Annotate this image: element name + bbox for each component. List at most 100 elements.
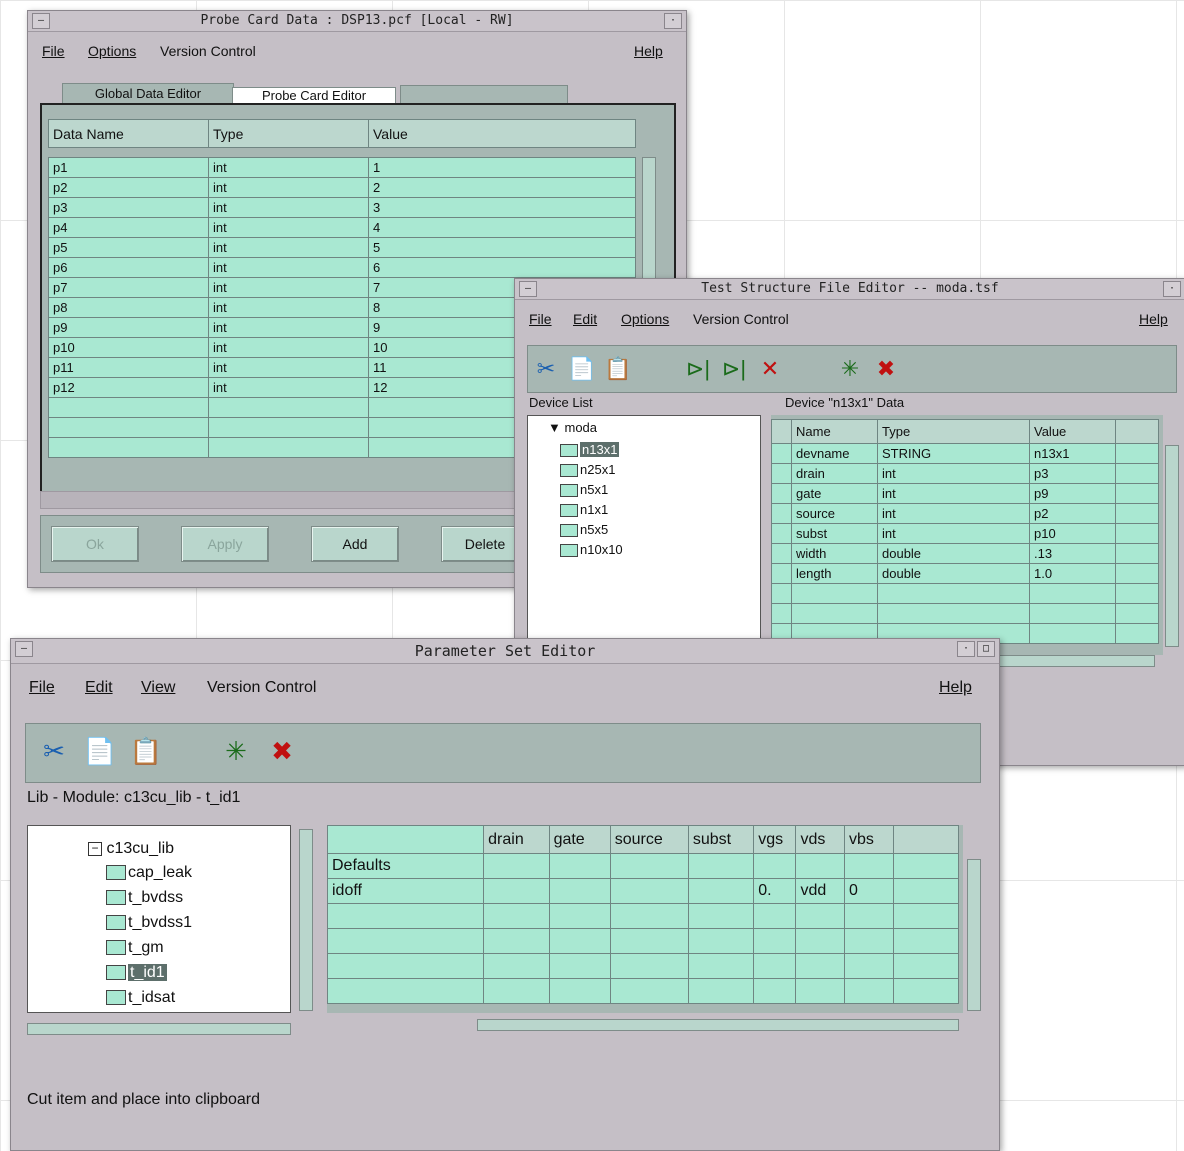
col-vbs[interactable]: vbs bbox=[843, 825, 894, 854]
col-drain[interactable]: drain bbox=[483, 825, 550, 854]
param-cell[interactable] bbox=[483, 853, 550, 879]
window-menu-button[interactable]: – bbox=[15, 641, 33, 657]
name-cell[interactable]: source bbox=[791, 503, 878, 524]
row-label[interactable]: idoff bbox=[326, 878, 485, 904]
apply-button[interactable]: Apply bbox=[181, 526, 269, 562]
cut-icon[interactable]: ✂ bbox=[530, 352, 562, 386]
type-cell[interactable]: int bbox=[208, 177, 369, 198]
table-row[interactable]: idoff 0. vdd 0 bbox=[326, 878, 959, 904]
paste-icon[interactable]: 📋 bbox=[602, 352, 634, 386]
copy-icon[interactable]: 📄 bbox=[566, 352, 598, 386]
table-row[interactable]: p1 int 1 bbox=[48, 157, 636, 178]
name-cell[interactable]: subst bbox=[791, 523, 878, 544]
table-row[interactable]: width double .13 bbox=[771, 543, 1159, 564]
menu-version-control[interactable]: Version Control bbox=[207, 679, 316, 697]
tree-item-n5x1[interactable]: n5x1 bbox=[560, 482, 608, 498]
param-cell[interactable] bbox=[843, 853, 894, 879]
data-name-cell[interactable]: p8 bbox=[48, 297, 209, 318]
pse-titlebar[interactable]: – Parameter Set Editor · □ bbox=[11, 639, 999, 664]
menu-options[interactable]: Options bbox=[88, 43, 136, 59]
value-cell[interactable]: 2 bbox=[368, 177, 636, 198]
data-name-cell[interactable]: p2 bbox=[48, 177, 209, 198]
value-cell[interactable]: 4 bbox=[368, 217, 636, 238]
col-subst[interactable]: subst bbox=[687, 825, 755, 854]
param-cell[interactable] bbox=[609, 853, 689, 879]
type-cell[interactable]: int bbox=[877, 483, 1030, 504]
table-row[interactable]: p5 int 5 bbox=[48, 237, 636, 258]
table-row[interactable]: drain int p3 bbox=[771, 463, 1159, 484]
data-name-cell[interactable]: p1 bbox=[48, 157, 209, 178]
col-value[interactable]: Value bbox=[1029, 419, 1116, 444]
tree-item-n13x1[interactable]: n13x1 bbox=[560, 442, 620, 458]
empty-row[interactable] bbox=[326, 953, 959, 979]
data-name-cell[interactable]: p10 bbox=[48, 337, 209, 358]
type-cell[interactable]: int bbox=[877, 523, 1030, 544]
col-type[interactable]: Type bbox=[877, 419, 1030, 444]
tree-item-t_id1[interactable]: t_id1 bbox=[106, 964, 167, 982]
new-item-icon[interactable]: ✳ bbox=[216, 734, 256, 768]
name-cell[interactable]: gate bbox=[791, 483, 878, 504]
value-cell[interactable]: 1 bbox=[368, 157, 636, 178]
param-cell[interactable]: 0. bbox=[753, 878, 797, 904]
copy-icon[interactable]: 📄 bbox=[80, 734, 120, 768]
param-cell[interactable]: vdd bbox=[795, 878, 845, 904]
menu-view[interactable]: View bbox=[141, 679, 175, 697]
tree-node-lib[interactable]: − c13cu_lib bbox=[88, 840, 174, 858]
minimize-button[interactable]: · bbox=[1163, 281, 1181, 297]
tab-blank[interactable] bbox=[400, 85, 568, 104]
table-row[interactable]: p4 int 4 bbox=[48, 217, 636, 238]
empty-row[interactable] bbox=[326, 978, 959, 1004]
name-cell[interactable]: drain bbox=[791, 463, 878, 484]
value-cell[interactable]: n13x1 bbox=[1029, 443, 1116, 464]
data-name-cell[interactable]: p9 bbox=[48, 317, 209, 338]
data-name-cell[interactable]: p4 bbox=[48, 217, 209, 238]
type-cell[interactable]: int bbox=[877, 463, 1030, 484]
table-row[interactable]: devname STRING n13x1 bbox=[771, 443, 1159, 464]
table-row[interactable]: subst int p10 bbox=[771, 523, 1159, 544]
type-cell[interactable]: int bbox=[208, 377, 369, 398]
table-row[interactable]: length double 1.0 bbox=[771, 563, 1159, 584]
minimize-button[interactable]: · bbox=[957, 641, 975, 657]
col-name[interactable]: Name bbox=[791, 419, 878, 444]
menu-edit[interactable]: Edit bbox=[573, 311, 597, 327]
type-cell[interactable]: int bbox=[877, 503, 1030, 524]
delete-item-icon[interactable]: ✖ bbox=[870, 352, 902, 386]
col-value[interactable]: Value bbox=[368, 119, 636, 148]
type-cell[interactable]: int bbox=[208, 257, 369, 278]
ok-button[interactable]: Ok bbox=[51, 526, 139, 562]
table-row[interactable]: p6 int 6 bbox=[48, 257, 636, 278]
menu-file[interactable]: File bbox=[29, 679, 55, 697]
type-cell[interactable]: int bbox=[208, 217, 369, 238]
window-menu-button[interactable]: – bbox=[519, 281, 537, 297]
value-cell[interactable]: .13 bbox=[1029, 543, 1116, 564]
col-type[interactable]: Type bbox=[208, 119, 369, 148]
tree-item-cap_leak[interactable]: cap_leak bbox=[106, 864, 192, 882]
row-label[interactable]: Defaults bbox=[326, 853, 485, 879]
data-name-cell[interactable]: p7 bbox=[48, 277, 209, 298]
param-cell[interactable] bbox=[687, 878, 755, 904]
paste-icon[interactable]: 📋 bbox=[126, 734, 166, 768]
probe-card-titlebar[interactable]: – Probe Card Data : DSP13.pcf [Local - R… bbox=[28, 11, 686, 32]
table-row[interactable]: gate int p9 bbox=[771, 483, 1159, 504]
value-cell[interactable]: 5 bbox=[368, 237, 636, 258]
type-cell[interactable]: int bbox=[208, 317, 369, 338]
grid-horizontal-scrollbar[interactable] bbox=[477, 1019, 959, 1031]
param-cell[interactable] bbox=[795, 853, 845, 879]
col-vds[interactable]: vds bbox=[795, 825, 845, 854]
data-name-cell[interactable]: p6 bbox=[48, 257, 209, 278]
data-name-cell[interactable]: p5 bbox=[48, 237, 209, 258]
col-gate[interactable]: gate bbox=[548, 825, 611, 854]
menu-help[interactable]: Help bbox=[634, 43, 663, 59]
tree-item-t_gm[interactable]: t_gm bbox=[106, 939, 164, 957]
tree-item-n1x1[interactable]: n1x1 bbox=[560, 502, 608, 518]
tree-item-n5x5[interactable]: n5x5 bbox=[560, 522, 608, 538]
tree-item-n10x10[interactable]: n10x10 bbox=[560, 542, 623, 558]
param-cell[interactable] bbox=[548, 878, 611, 904]
tree-item-t_idsat[interactable]: t_idsat bbox=[106, 989, 175, 1007]
name-cell[interactable]: length bbox=[791, 563, 878, 584]
type-cell[interactable]: STRING bbox=[877, 443, 1030, 464]
add-button[interactable]: Add bbox=[311, 526, 399, 562]
new-item-icon[interactable]: ✳ bbox=[834, 352, 866, 386]
empty-row[interactable] bbox=[771, 583, 1159, 604]
type-cell[interactable]: double bbox=[877, 543, 1030, 564]
